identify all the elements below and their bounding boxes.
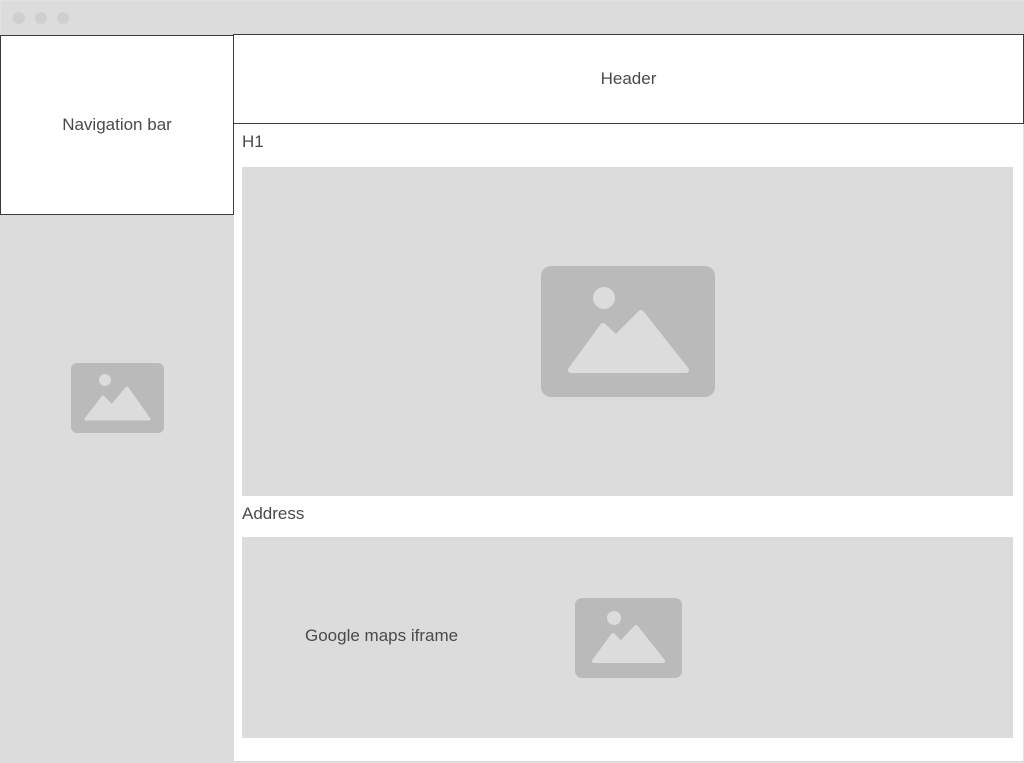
window-minimize-dot[interactable] (35, 12, 47, 24)
page-header: Header (233, 34, 1024, 124)
navigation-bar[interactable]: Navigation bar (0, 35, 234, 215)
window-maximize-dot[interactable] (57, 12, 69, 24)
address-label: Address (242, 504, 305, 523)
map-label: Google maps iframe (305, 626, 459, 645)
map-image-placeholder-icon (575, 598, 682, 678)
content-bottom-border (234, 761, 1024, 762)
page-heading: H1 (242, 132, 264, 151)
window-close-dot[interactable] (13, 12, 25, 24)
sidebar-image-placeholder-icon (71, 363, 164, 433)
hero-image (242, 167, 1013, 496)
navigation-bar-label: Navigation bar (62, 115, 172, 134)
window-titlebar (1, 1, 1024, 35)
header-label: Header (600, 69, 657, 88)
hero-image-placeholder-icon (541, 266, 715, 397)
